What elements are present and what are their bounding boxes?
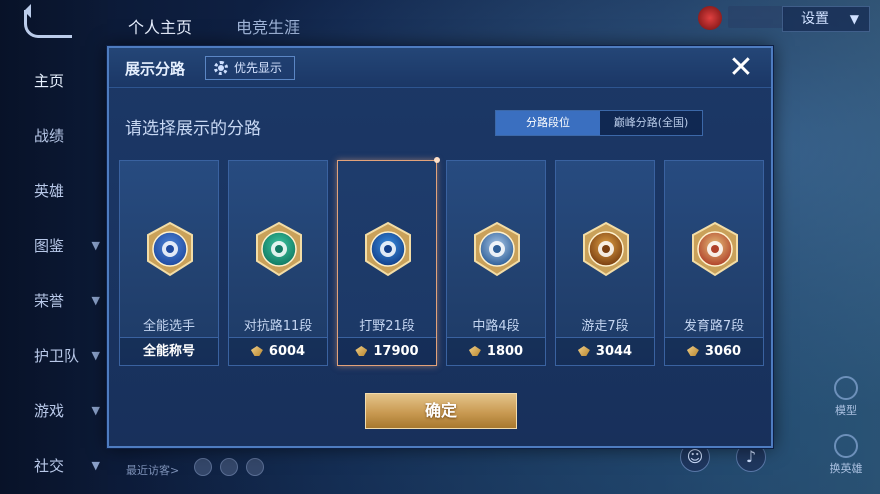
modal-header: 展示分路 优先显示 ✕: [109, 48, 771, 88]
nav-item-guard-team[interactable]: 护卫队 ▼: [0, 341, 108, 371]
priority-display-button[interactable]: 优先显示: [205, 56, 295, 80]
rank-points-icon: [468, 346, 481, 356]
tab-lane-rank[interactable]: 分路段位: [496, 111, 600, 135]
lane-card[interactable]: 对抗路11段 6004: [228, 160, 328, 366]
swap-hero-button[interactable]: 换英雄: [826, 434, 866, 476]
model-label: 模型: [835, 404, 857, 417]
close-icon[interactable]: ✕: [721, 50, 761, 86]
lane-card-name: 中路4段: [472, 319, 520, 334]
select-lane-prompt: 请选择展示的分路: [125, 119, 261, 139]
lane-card-name: 游走7段: [581, 319, 629, 334]
nav-item-honor[interactable]: 荣誉 ▼: [0, 286, 108, 316]
lane-card[interactable]: 全能选手 全能称号: [119, 160, 219, 366]
chevron-down-icon: ▼: [91, 239, 100, 252]
rank-points-icon: [355, 346, 368, 356]
lane-card-value-text: 3044: [595, 344, 633, 359]
lane-badge-icon: [365, 221, 411, 277]
tab-esports-career[interactable]: 电竞生涯: [236, 14, 300, 38]
visitor-avatar[interactable]: [246, 458, 264, 476]
lane-card-name: 打野21段: [359, 319, 415, 334]
back-arrow-icon[interactable]: [24, 4, 72, 38]
lane-card-value-text: 6004: [268, 344, 306, 359]
nav-item-gallery[interactable]: 图鉴 ▼: [0, 231, 108, 261]
nav-item-label: 英雄: [34, 182, 65, 200]
left-nav: 主页 战绩 英雄 图鉴 ▼ 荣誉 ▼ 护卫队 ▼ 游戏 ▼ 社交 ▼: [0, 0, 108, 494]
status-panel: [728, 6, 784, 28]
vip-badge-icon: [698, 6, 722, 30]
lane-card[interactable]: 中路4段 1800: [446, 160, 546, 366]
lane-card-value-text: 17900: [373, 344, 419, 359]
lane-card[interactable]: 打野21段 17900: [337, 157, 440, 366]
lane-mode-toggle: 分路段位 巅峰分路(全国): [495, 110, 703, 136]
chevron-down-icon: ▼: [91, 349, 100, 362]
visitor-avatar[interactable]: [194, 458, 212, 476]
lane-card-value: 1800: [447, 337, 545, 365]
model-icon: [834, 376, 858, 400]
lane-card-value-text: 全能称号: [142, 344, 195, 359]
tab-peak-lane-national[interactable]: 巅峰分路(全国): [600, 111, 702, 135]
chevron-down-icon: ▼: [849, 12, 859, 26]
lane-card-value: 3044: [556, 337, 654, 365]
lane-card-value-text: 1800: [486, 344, 524, 359]
nav-item-label: 社交: [34, 457, 65, 475]
lane-display-modal: 展示分路 优先显示 ✕ 请选择展示的分路 分路段位 巅峰分路(全国) 全能选手全…: [107, 46, 773, 448]
nav-item-heroes[interactable]: 英雄: [0, 176, 108, 206]
lane-card-value-text: 3060: [704, 344, 742, 359]
lane-card-name: 对抗路11段: [243, 319, 313, 334]
nav-item-label: 游戏: [34, 402, 65, 420]
lane-badge-icon: [474, 221, 520, 277]
settings-label: 设置: [801, 11, 829, 27]
gear-icon: [214, 61, 228, 75]
nav-item-label: 图鉴: [34, 237, 65, 255]
swap-hero-label: 换英雄: [829, 462, 863, 475]
swap-hero-icon: [834, 434, 858, 458]
visitor-avatar[interactable]: [220, 458, 238, 476]
settings-button[interactable]: 设置 ▼: [782, 6, 870, 32]
rank-points-icon: [250, 346, 263, 356]
tab-personal-home[interactable]: 个人主页: [128, 14, 192, 38]
nav-item-home[interactable]: 主页: [0, 66, 108, 96]
lane-card-name: 全能选手: [142, 319, 195, 334]
lane-card-name: 发育路7段: [683, 319, 745, 334]
recent-visitors-label[interactable]: 最近访客>: [126, 462, 179, 478]
lane-badge-icon: [583, 221, 629, 277]
nav-item-label: 荣誉: [34, 292, 65, 310]
lane-card[interactable]: 游走7段 3044: [555, 160, 655, 366]
nav-item-records[interactable]: 战绩: [0, 121, 108, 151]
chevron-down-icon: ▼: [91, 404, 100, 417]
nav-item-label: 主页: [34, 72, 65, 90]
lane-card-value: 3060: [665, 337, 763, 365]
priority-display-label: 优先显示: [234, 61, 283, 75]
lane-badge-icon: [692, 221, 738, 277]
lane-card-value: 全能称号: [120, 337, 218, 365]
lane-card-value: 17900: [338, 337, 436, 365]
confirm-button[interactable]: 确定: [365, 393, 517, 429]
lane-card-value: 6004: [229, 337, 327, 365]
nav-item-label: 护卫队: [34, 347, 80, 365]
nav-item-label: 战绩: [34, 127, 65, 145]
modal-title: 展示分路: [125, 60, 186, 78]
nav-item-games[interactable]: 游戏 ▼: [0, 396, 108, 426]
rank-points-icon: [686, 346, 699, 356]
nav-item-social[interactable]: 社交 ▼: [0, 451, 108, 481]
lane-card[interactable]: 发育路7段 3060: [664, 160, 764, 366]
chevron-down-icon: ▼: [91, 294, 100, 307]
rank-points-icon: [577, 346, 590, 356]
lane-badge-icon: [256, 221, 302, 277]
model-button[interactable]: 模型: [826, 376, 866, 418]
chevron-down-icon: ▼: [91, 459, 100, 472]
lane-badge-icon: [147, 221, 193, 277]
